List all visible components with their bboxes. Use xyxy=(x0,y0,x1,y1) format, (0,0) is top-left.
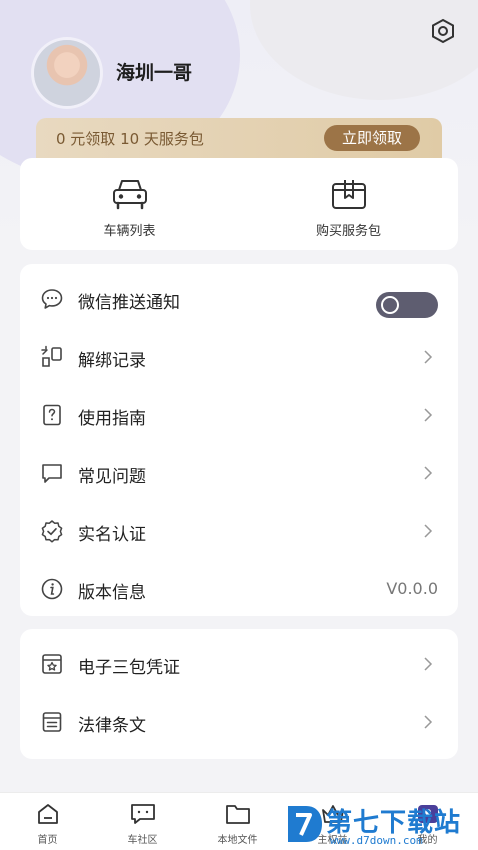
chevron-right-icon xyxy=(424,715,433,729)
menu-item-legal-terms[interactable]: 法律条文 xyxy=(20,693,458,751)
menu-item-wechat-notify[interactable]: 微信推送通知 xyxy=(20,270,458,328)
menu-item-label: 电子三包凭证 xyxy=(78,658,180,678)
decor-circle xyxy=(250,0,478,100)
promo-text: 0 元领取 10 天服务包 xyxy=(56,130,204,148)
chat-bubble-icon xyxy=(41,289,63,309)
toggle-knob xyxy=(381,296,399,314)
tab-label: 首页 xyxy=(37,835,58,846)
menu-item-label: 版本信息 xyxy=(78,583,146,603)
menu-item-e-warranty-certificate[interactable]: 电子三包凭证 xyxy=(20,635,458,693)
watermark-url: www.d7down.com xyxy=(330,834,423,847)
menu-item-label: 使用指南 xyxy=(78,409,146,429)
chevron-right-icon xyxy=(424,466,433,480)
tab-home[interactable]: 首页 xyxy=(0,793,95,850)
quick-action-label: 购买服务包 xyxy=(315,224,381,239)
tab-community[interactable]: 车社区 xyxy=(95,793,190,850)
vehicle-list-button[interactable]: 车辆列表 xyxy=(20,158,239,250)
community-icon xyxy=(130,804,155,824)
tab-label: 车社区 xyxy=(127,835,158,846)
menu-item-unbind-records[interactable]: 解绑记录 xyxy=(20,328,458,386)
unbind-icon xyxy=(41,345,62,367)
menu-item-label: 微信推送通知 xyxy=(78,293,180,313)
tab-local-files[interactable]: 本地文件 xyxy=(190,793,285,850)
car-icon xyxy=(112,180,147,210)
menu-item-real-name-verification[interactable]: 实名认证 xyxy=(20,502,458,560)
watermark-logo: 第七下载站 www.d7down.com xyxy=(284,800,478,850)
gift-box-icon xyxy=(331,180,366,209)
avatar[interactable] xyxy=(34,40,100,106)
settings-hexagon-icon xyxy=(432,18,454,44)
quick-action-label: 车辆列表 xyxy=(103,224,156,239)
legal-menu-card: 电子三包凭证 法律条文 xyxy=(20,629,458,759)
menu-item-user-guide[interactable]: 使用指南 xyxy=(20,386,458,444)
info-icon xyxy=(41,578,63,600)
claim-button[interactable]: 立即领取 xyxy=(324,125,420,151)
menu-item-label: 解绑记录 xyxy=(78,351,146,371)
faq-bubble-icon xyxy=(42,464,62,483)
settings-menu-card: 微信推送通知 解绑记录 使用指南 常见问题 实名认证 版本信息 V0.0.0 xyxy=(20,264,458,616)
username: 海圳一哥 xyxy=(116,62,193,84)
tab-label: 本地文件 xyxy=(217,835,258,846)
wechat-notify-toggle[interactable] xyxy=(376,292,438,318)
chevron-right-icon xyxy=(424,408,433,422)
chevron-right-icon xyxy=(424,350,433,364)
d7-logo-icon xyxy=(288,806,322,842)
settings-button[interactable] xyxy=(428,16,458,46)
buy-service-pack-button[interactable]: 购买服务包 xyxy=(239,158,458,250)
certificate-icon xyxy=(42,654,62,674)
verified-badge-icon xyxy=(41,520,63,543)
home-icon xyxy=(37,804,58,824)
quick-actions-card: 车辆列表 购买服务包 xyxy=(20,158,458,250)
menu-item-label: 实名认证 xyxy=(78,525,146,545)
question-doc-icon xyxy=(43,404,61,426)
document-icon xyxy=(42,712,62,732)
menu-item-version-info[interactable]: 版本信息 V0.0.0 xyxy=(20,560,458,618)
menu-item-label: 常见问题 xyxy=(78,467,146,487)
version-value: V0.0.0 xyxy=(386,579,438,598)
menu-item-label: 法律条文 xyxy=(78,716,146,736)
chevron-right-icon xyxy=(424,657,433,671)
menu-item-faq[interactable]: 常见问题 xyxy=(20,444,458,502)
folder-icon xyxy=(225,805,250,824)
chevron-right-icon xyxy=(424,524,433,538)
